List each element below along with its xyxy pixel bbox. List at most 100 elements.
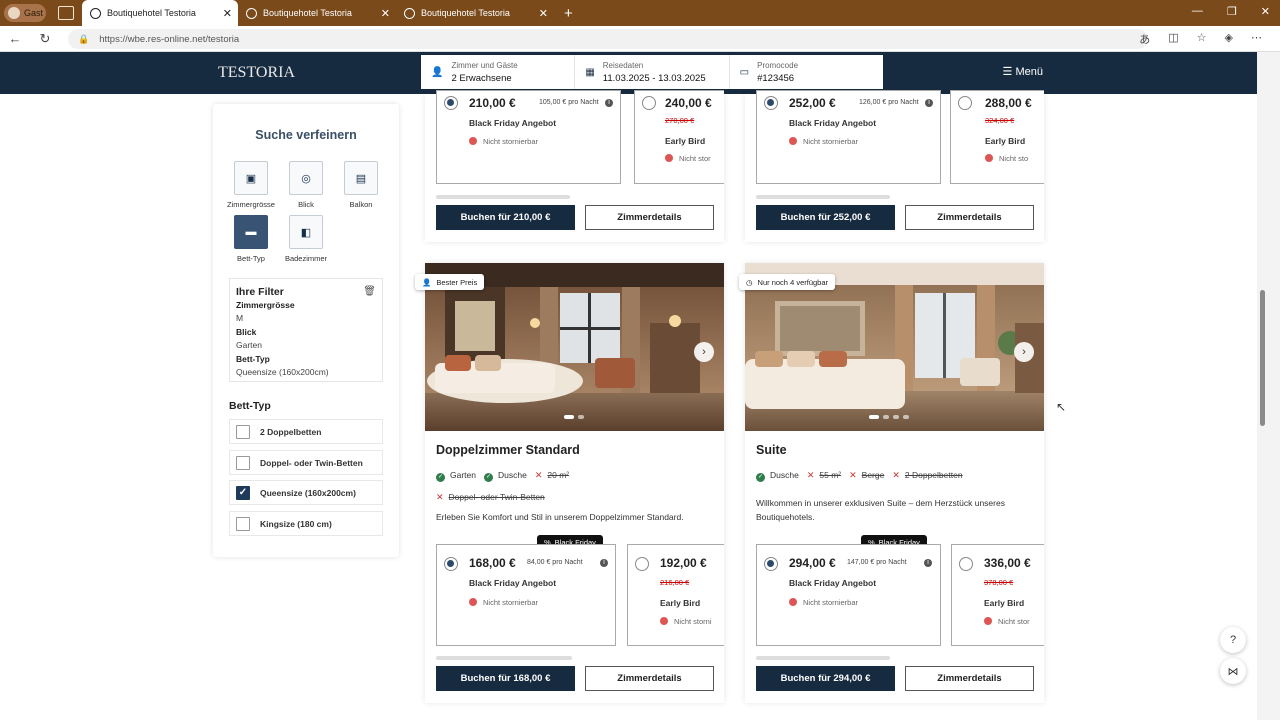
- minimize-icon[interactable]: —: [1192, 5, 1203, 18]
- cancellation-note: Nicht stor: [984, 617, 1040, 626]
- checkbox-checked[interactable]: ✓: [236, 485, 250, 500]
- share-button[interactable]: ⋈: [1220, 658, 1246, 684]
- checkbox[interactable]: [236, 455, 250, 470]
- radio-selected[interactable]: [764, 557, 778, 571]
- radio-selected[interactable]: [764, 96, 778, 110]
- cancellation-note: Nicht sto: [985, 154, 1043, 163]
- filter-bett-typ[interactable]: ▬ Bett-Typ: [221, 215, 281, 263]
- rate-option[interactable]: 168,00 € 84,00 € pro Nacht i Black Frida…: [436, 544, 616, 646]
- close-icon[interactable]: ✕: [223, 7, 232, 20]
- checkbox[interactable]: [236, 516, 250, 531]
- bett-option-label: Doppel- oder Twin-Betten: [260, 457, 363, 468]
- balcony-icon: ▤: [344, 161, 378, 195]
- room-details-button[interactable]: Zimmerdetails: [905, 205, 1034, 230]
- rate-name: Black Friday Angebot: [469, 578, 557, 588]
- rate-option[interactable]: 210,00 € 105,00 € pro Nacht i Black Frid…: [436, 90, 621, 184]
- menu-button[interactable]: ☰ Menü: [1003, 65, 1043, 78]
- calendar-icon: ▦: [585, 66, 595, 78]
- book-button[interactable]: Buchen für 210,00 €: [436, 205, 575, 230]
- rate-name: Black Friday Angebot: [789, 578, 877, 588]
- next-image-arrow[interactable]: ›: [1014, 342, 1034, 362]
- close-icon[interactable]: ✕: [381, 7, 390, 20]
- new-tab-button[interactable]: +: [564, 5, 573, 22]
- promo-value: #123456: [757, 72, 795, 84]
- tab-3[interactable]: Boutiquehotel Testoria ✕: [396, 0, 554, 26]
- back-icon[interactable]: ←: [0, 31, 30, 46]
- rate-option[interactable]: 192,00 € 216,00 € Early Bird Nicht storn…: [627, 544, 724, 646]
- next-image-arrow[interactable]: ›: [694, 342, 714, 362]
- bett-option[interactable]: 2 Doppelbetten: [229, 419, 383, 444]
- reload-icon[interactable]: ↻: [30, 31, 60, 47]
- tab-2[interactable]: Boutiquehotel Testoria ✕: [238, 0, 396, 26]
- radio-selected[interactable]: [444, 557, 458, 571]
- old-price: 270,00 €: [665, 116, 695, 125]
- bett-option-label: 2 Doppelbetten: [260, 426, 322, 437]
- more-icon[interactable]: ⋯: [1251, 31, 1262, 47]
- globe-icon: [246, 7, 257, 19]
- room-description: Willkommen in unserer exklusiven Suite –…: [756, 498, 1005, 522]
- radio[interactable]: [642, 96, 656, 110]
- rate-option[interactable]: 288,00 € 324,00 € Early Bird Nicht sto: [950, 90, 1044, 184]
- filter-value: M: [236, 313, 244, 324]
- filter-blick[interactable]: ◎ Blick: [276, 161, 336, 209]
- filter-zimmergroesse[interactable]: ▣ Zimmergrösse: [221, 161, 281, 209]
- scrollbar-thumb[interactable]: [1260, 290, 1265, 426]
- guest-profile-button[interactable]: Gast: [4, 4, 46, 22]
- book-button[interactable]: Buchen für 294,00 €: [756, 666, 895, 691]
- hotel-logo[interactable]: TESTORIA: [218, 64, 295, 82]
- room-title: Suite: [756, 443, 787, 457]
- bath-icon: ◧: [289, 215, 323, 249]
- radio[interactable]: [959, 557, 973, 571]
- checkbox[interactable]: [236, 424, 250, 439]
- favorites-icon[interactable]: ☆: [1197, 31, 1207, 47]
- chevron-right-icon: ›: [1022, 346, 1026, 358]
- scroll-indicator: [756, 656, 890, 660]
- lock-icon: 🔒: [78, 33, 90, 44]
- dates-selector[interactable]: ▦ Reisedaten 11.03.2025 - 13.03.2025: [575, 55, 730, 89]
- rate-option[interactable]: 252,00 € 126,00 € pro Nacht i Black Frid…: [756, 90, 941, 184]
- info-icon[interactable]: i: [924, 559, 932, 567]
- radio[interactable]: [958, 96, 972, 110]
- per-night-price: 147,00 € pro Nacht: [847, 559, 907, 566]
- room-title: Doppelzimmer Standard: [436, 443, 580, 457]
- tab-1[interactable]: Boutiquehotel Testoria ✕: [82, 0, 238, 26]
- close-window-icon[interactable]: ✕: [1261, 5, 1270, 18]
- room-details-button[interactable]: Zimmerdetails: [585, 666, 714, 691]
- info-icon[interactable]: i: [600, 559, 608, 567]
- old-price: 324,00 €: [985, 116, 1015, 125]
- filter-balkon[interactable]: ▤ Balkon: [331, 161, 391, 209]
- radio[interactable]: [635, 557, 649, 571]
- guests-selector[interactable]: 👤 Zimmer und Gäste 2 Erwachsene: [421, 55, 576, 89]
- bett-option[interactable]: ✓ Queensize (160x200cm): [229, 480, 383, 505]
- info-icon[interactable]: i: [925, 99, 933, 107]
- book-button[interactable]: Buchen für 168,00 €: [436, 666, 575, 691]
- radio-selected[interactable]: [444, 96, 458, 110]
- rate-option[interactable]: 240,00 € 270,00 € Early Bird Nicht stor: [634, 90, 724, 184]
- chat-help-button[interactable]: ?: [1220, 627, 1246, 653]
- trash-icon[interactable]: 🗑: [363, 285, 376, 298]
- bett-option[interactable]: Kingsize (180 cm): [229, 511, 383, 536]
- promo-selector[interactable]: ▭ Promocode #123456: [730, 55, 883, 89]
- room-description: Erleben Sie Komfort und Stil in unserem …: [436, 512, 684, 522]
- cancellation-note: Nicht storni: [660, 617, 720, 626]
- room-details-button[interactable]: Zimmerdetails: [585, 205, 714, 230]
- close-icon[interactable]: ✕: [539, 7, 548, 20]
- room-details-button[interactable]: Zimmerdetails: [905, 666, 1034, 691]
- url-field[interactable]: 🔒 https://wbe.res-online.net/testoria: [68, 29, 1148, 49]
- rate-option[interactable]: 336,00 € 378,00 € Early Bird Nicht stor: [951, 544, 1044, 646]
- extensions-icon[interactable]: ◈: [1225, 31, 1233, 47]
- tab-actions-icon[interactable]: [58, 6, 74, 20]
- book-button[interactable]: Buchen für 252,00 €: [756, 205, 895, 230]
- split-screen-icon[interactable]: ◫: [1168, 31, 1178, 47]
- maximize-icon[interactable]: ❐: [1227, 5, 1237, 18]
- best-price-badge: 👤 Bester Preis: [415, 274, 485, 290]
- bett-option[interactable]: Doppel- oder Twin-Betten: [229, 450, 383, 475]
- rate-option[interactable]: 294,00 € 147,00 € pro Nacht i Black Frid…: [756, 544, 941, 646]
- info-icon[interactable]: i: [605, 99, 613, 107]
- read-aloud-icon[interactable]: あ: [1139, 31, 1150, 47]
- filter-badezimmer[interactable]: ◧ Badezimmer: [276, 215, 336, 263]
- feature-unavailable: 20 m²: [535, 468, 569, 482]
- room-card: › ◷ Nur noch 4 verfügbar Suite Dusche 55 …: [739, 263, 1044, 703]
- filter-label: Blick: [298, 200, 314, 209]
- active-filters-title: Ihre Filter: [236, 286, 284, 298]
